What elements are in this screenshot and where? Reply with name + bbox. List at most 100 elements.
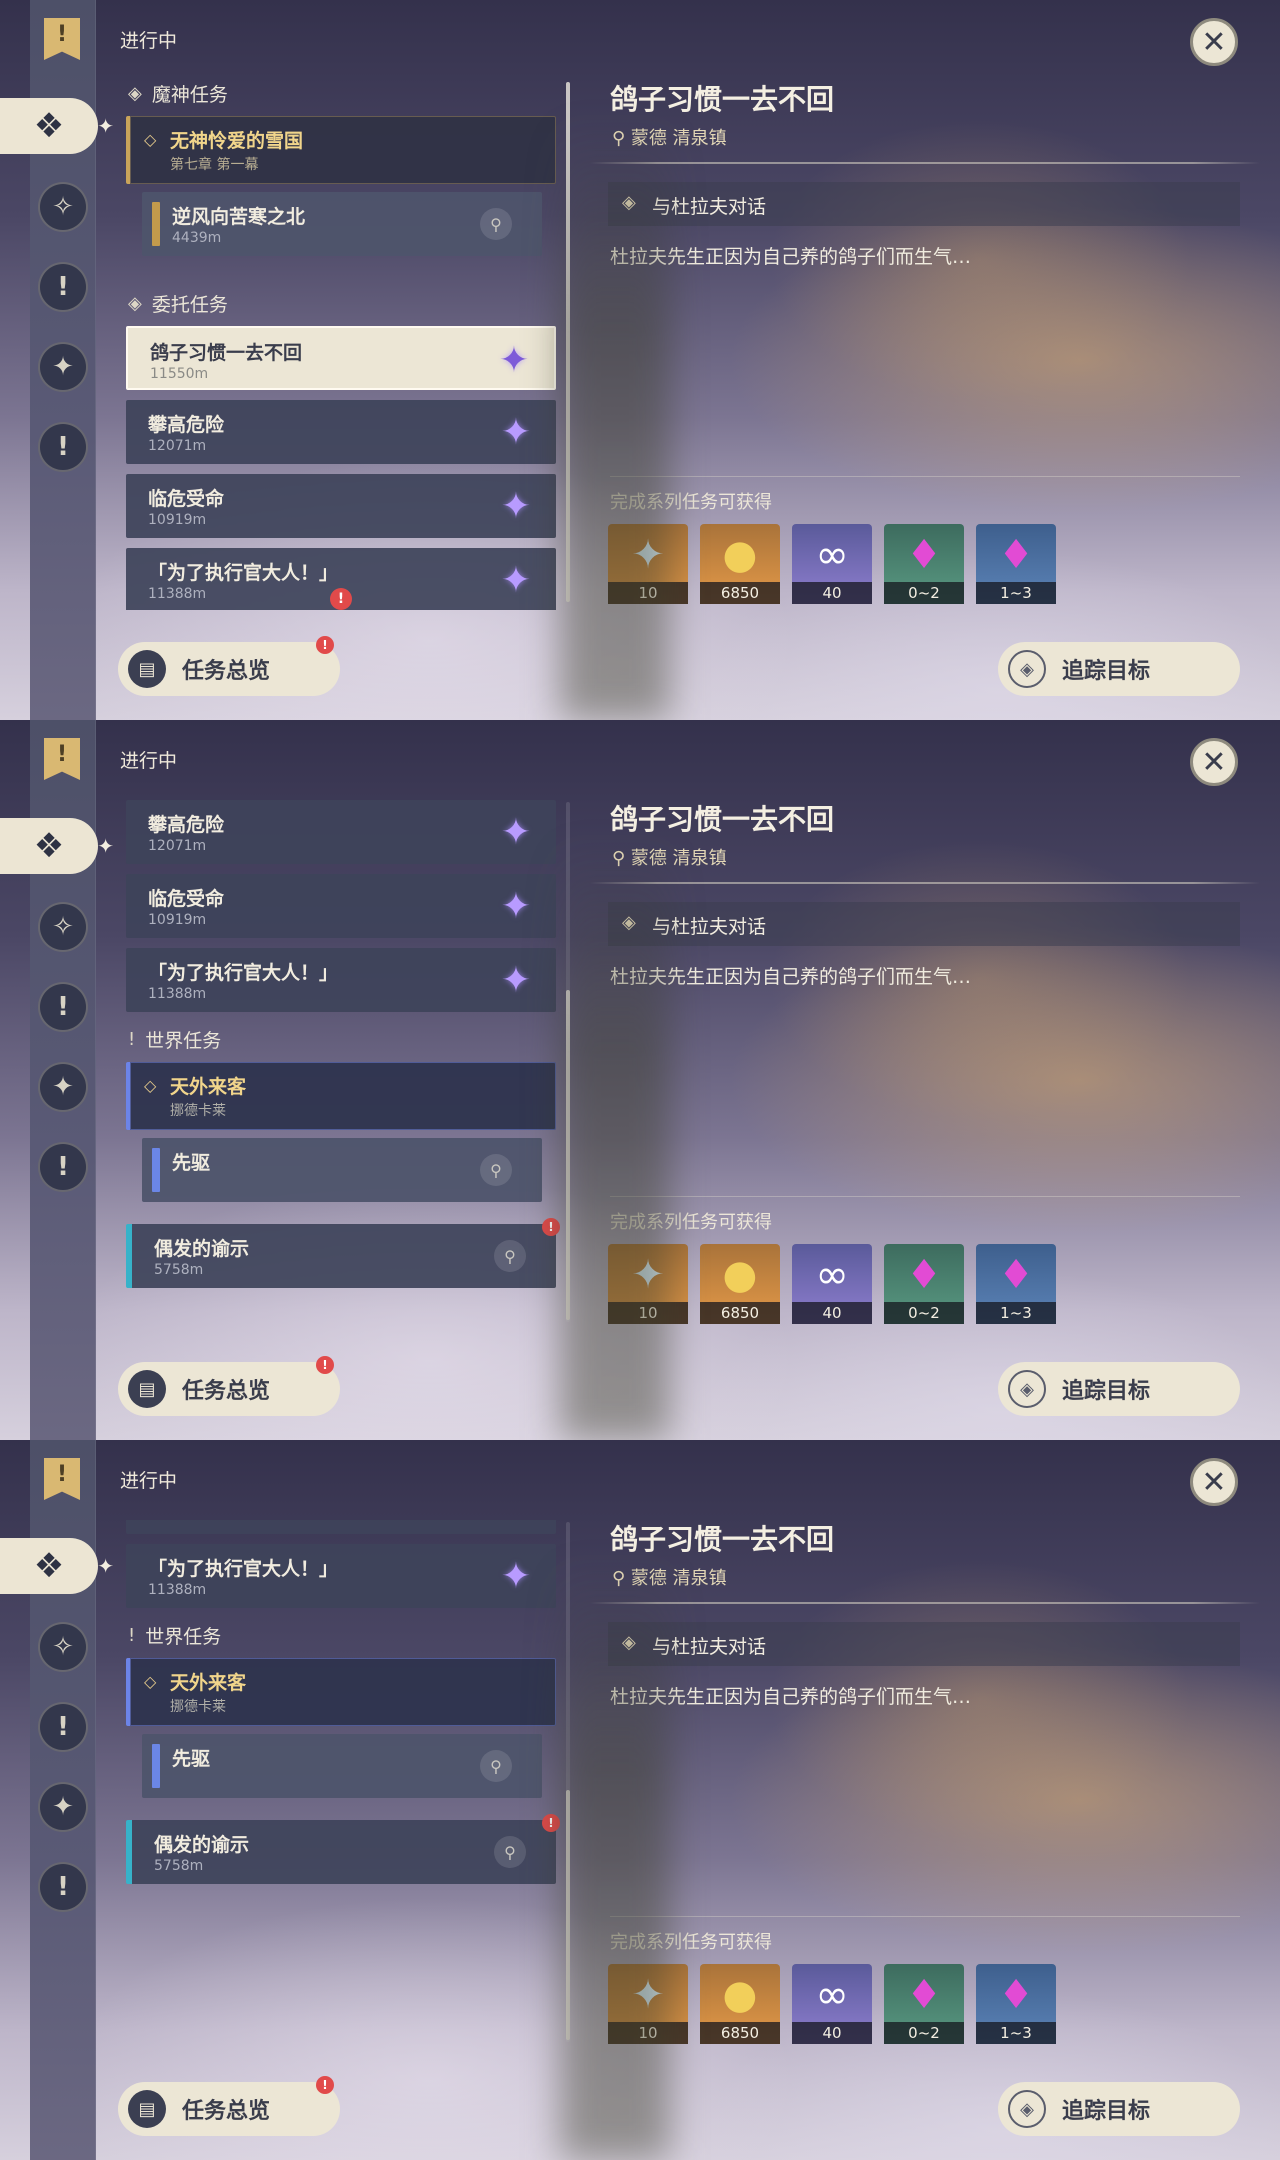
quest-detail-title: 鸽子习惯一去不回 — [610, 1523, 835, 1556]
quest-card-world[interactable]: ◇ 天外来客 挪德卡莱 — [126, 1658, 556, 1726]
quest-distance: 12071m — [148, 438, 207, 454]
quest-card-world[interactable]: ◇ 天外来客 挪德卡莱 — [126, 1062, 556, 1130]
sparkle-icon: ✦ — [97, 114, 114, 138]
mora-icon: ● — [722, 1252, 758, 1298]
reward-crystal-cluster[interactable]: ♦ 1~3 — [976, 524, 1056, 604]
close-icon: ✕ — [1201, 24, 1227, 60]
objective-box: ◈ 与杜拉夫对话 — [608, 902, 1240, 946]
track-target-button[interactable]: ◈ 追踪目标 — [998, 642, 1240, 696]
button-label: 任务总览 — [182, 1379, 271, 1404]
quest-card-world[interactable]: 偶发的谕示 5758m ⚲ ! — [126, 1814, 560, 1884]
quest-card-commission[interactable]: 临危受命 10919m ✦ — [126, 474, 556, 538]
reward-mora[interactable]: ● 6850 — [700, 524, 780, 604]
reward-crystal-cluster[interactable]: ♦ 1~3 — [976, 1244, 1056, 1324]
reward-friendship[interactable]: ∞ 40 — [792, 524, 872, 604]
tab-world-quests[interactable]: ! — [38, 1142, 88, 1192]
reward-friendship[interactable]: ∞ 40 — [792, 1964, 872, 2044]
quest-title: 攀高危险 — [148, 814, 225, 836]
tab-story-quests[interactable]: ! — [38, 262, 88, 312]
alert-badge: ! — [316, 636, 334, 654]
scrollbar-thumb[interactable] — [566, 82, 570, 602]
overview-icon: ▤ — [128, 1370, 166, 1408]
quest-card-commission[interactable]: 临危受命 10919m ✦ — [126, 874, 556, 938]
location-pin-icon[interactable]: ⚲ — [494, 1240, 526, 1272]
track-target-button[interactable]: ◈ 追踪目标 — [998, 2082, 1240, 2136]
objective-diamond-icon: ◈ — [622, 912, 636, 933]
tab-all-quests[interactable]: ❖ ✦ — [0, 1538, 114, 1594]
commission-diamond-icon: ✦ — [500, 885, 532, 927]
reward-qty: 40 — [792, 1302, 872, 1324]
crystal-cluster-icon: ♦ — [998, 1972, 1034, 2018]
status-label: 进行中 — [120, 30, 178, 52]
tab-all-quests[interactable]: ❖ ✦ — [0, 98, 114, 154]
quest-card-world-step[interactable]: 先驱 ⚲ — [142, 1734, 542, 1798]
close-button[interactable]: ✕ — [1190, 1458, 1238, 1506]
location-pin-icon[interactable]: ⚲ — [480, 1154, 512, 1186]
reward-mora[interactable]: ● 6850 — [700, 1964, 780, 2044]
reward-primogem[interactable]: ✦ 10 — [608, 1244, 688, 1324]
blue-bar — [152, 1148, 160, 1192]
location-pin-icon[interactable]: ⚲ — [494, 1836, 526, 1868]
reward-mora[interactable]: ● 6850 — [700, 1244, 780, 1324]
gold-bar — [152, 202, 160, 246]
story-icon: ! — [57, 272, 69, 302]
quest-list[interactable]: 临危受命 10919m ✦ 「为了执行官大人！」 11388m ✦ !世界任务 … — [118, 1520, 562, 2050]
more-below-badge[interactable]: ! — [330, 588, 352, 610]
quest-card-archon-step[interactable]: 逆风向苦寒之北 4439m ⚲ — [142, 192, 542, 256]
tab-archon-quests[interactable]: ✧ — [38, 182, 88, 232]
reward-crystal-chunk[interactable]: ♦ 0~2 — [884, 1964, 964, 2044]
quest-card-world-step[interactable]: 先驱 ⚲ — [142, 1138, 542, 1202]
reward-friendship[interactable]: ∞ 40 — [792, 1244, 872, 1324]
location-text: 蒙德 清泉镇 — [630, 1568, 727, 1589]
quest-list[interactable]: ◈ 魔神任务 ◇ 无神怜爱的雪国 第七章 第一幕 逆风向苦寒之北 4439m ⚲ … — [118, 80, 562, 610]
track-target-button[interactable]: ◈ 追踪目标 — [998, 1362, 1240, 1416]
quest-distance: 11388m — [148, 1582, 207, 1598]
scrollbar-thumb[interactable] — [566, 990, 570, 1320]
quest-overview-button[interactable]: ▤ 任务总览 ! — [118, 636, 340, 696]
reward-crystal-cluster[interactable]: ♦ 1~3 — [976, 1964, 1056, 2044]
tab-archon-quests[interactable]: ✧ — [38, 1622, 88, 1672]
quest-title: 临危受命 — [148, 888, 225, 910]
friendship-icon: ∞ — [815, 1252, 849, 1298]
quest-card-commission[interactable]: 「为了执行官大人！」 11388m ✦ — [126, 948, 556, 1012]
tab-commissions[interactable]: ✦ — [38, 1062, 88, 1112]
quest-card-world[interactable]: 偶发的谕示 5758m ⚲ ! — [126, 1218, 560, 1288]
quest-overview-button[interactable]: ▤ 任务总览 ! — [118, 1356, 340, 1416]
quest-list[interactable]: 攀高危险 12071m ✦ 临危受命 10919m ✦ 「为了执行官大人！」 1… — [118, 800, 562, 1330]
tab-world-quests[interactable]: ! — [38, 1862, 88, 1912]
tab-story-quests[interactable]: ! — [38, 982, 88, 1032]
quest-card-commission[interactable]: 攀高危险 12071m ✦ — [126, 400, 556, 464]
scrollbar-thumb[interactable] — [566, 1790, 570, 2040]
reward-crystal-chunk[interactable]: ♦ 0~2 — [884, 524, 964, 604]
quest-card-commission-selected[interactable]: 鸽子习惯一去不回 11550m ✦ — [126, 326, 556, 390]
reward-crystal-chunk[interactable]: ♦ 0~2 — [884, 1244, 964, 1324]
quest-card-commission[interactable]: 攀高危险 12071m ✦ — [126, 800, 556, 864]
track-marker-icon: ◇ — [144, 1672, 157, 1691]
quest-card-commission[interactable]: 临危受命 10919m ✦ — [126, 1520, 556, 1534]
quest-diamond-icon: ❖ — [33, 1546, 65, 1586]
tab-story-quests[interactable]: ! — [38, 1702, 88, 1752]
tab-world-quests[interactable]: ! — [38, 422, 88, 472]
quest-detail-title: 鸽子习惯一去不回 — [610, 83, 835, 116]
tab-all-quests[interactable]: ❖ ✦ — [0, 818, 114, 874]
location-pin-icon[interactable]: ⚲ — [480, 208, 512, 240]
tab-commissions[interactable]: ✦ — [38, 1782, 88, 1832]
quest-card-commission[interactable]: 「为了执行官大人！」 11388m ✦ — [126, 1544, 556, 1608]
section-world: ! 世界任务 — [128, 1026, 221, 1053]
quest-location: ⚲ 蒙德 清泉镇 — [612, 844, 727, 870]
mora-icon: ● — [722, 1972, 758, 2018]
close-button[interactable]: ✕ — [1190, 738, 1238, 786]
quest-distance: 12071m — [148, 838, 207, 854]
quest-distance: 10919m — [148, 912, 207, 928]
reward-qty: 40 — [792, 582, 872, 604]
reward-primogem[interactable]: ✦ 10 — [608, 524, 688, 604]
location-pin-icon[interactable]: ⚲ — [480, 1750, 512, 1782]
quest-distance: 4439m — [172, 230, 222, 246]
quest-card-archon[interactable]: ◇ 无神怜爱的雪国 第七章 第一幕 — [126, 116, 556, 184]
reward-primogem[interactable]: ✦ 10 — [608, 1964, 688, 2044]
sparkle-icon: ✦ — [97, 834, 114, 858]
tab-commissions[interactable]: ✦ — [38, 342, 88, 392]
close-button[interactable]: ✕ — [1190, 18, 1238, 66]
quest-overview-button[interactable]: ▤ 任务总览 ! — [118, 2076, 340, 2136]
tab-archon-quests[interactable]: ✧ — [38, 902, 88, 952]
